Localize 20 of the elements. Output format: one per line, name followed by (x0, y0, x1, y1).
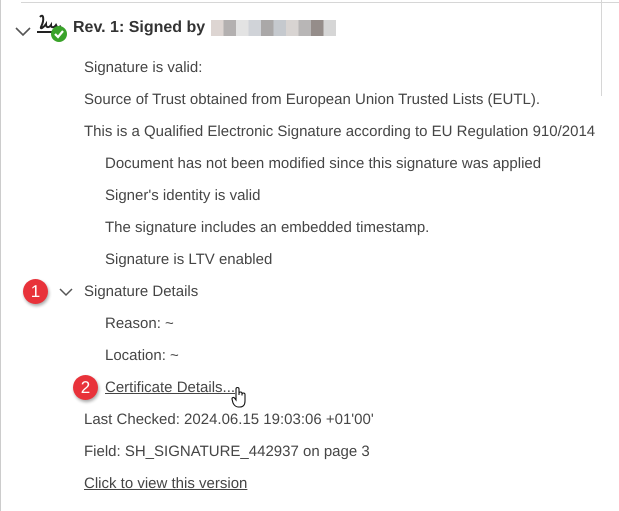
revision-title: Rev. 1: Signed by (73, 19, 206, 37)
status-text: The signature includes an embedded timestamp. (105, 218, 430, 236)
status-text: Field: SH_SIGNATURE_442937 on page 3 (84, 442, 370, 460)
chevron-icon[interactable] (59, 288, 73, 297)
status-text: Source of Trust obtained from European Union Trusted Lists (EUTL). (84, 90, 540, 108)
link[interactable]: Certificate Details... (105, 378, 236, 396)
link[interactable]: Click to view this version (84, 474, 248, 492)
status-text: Reason: ~ (105, 314, 174, 332)
status-text: Last Checked: 2024.06.15 19:03:06 +01'00' (84, 410, 374, 428)
signature-valid-icon (35, 13, 69, 43)
status-text: Signature is valid: (84, 58, 202, 76)
callout-badge: 2 (73, 375, 98, 400)
status-text: Signer's identity is valid (105, 186, 260, 204)
status-text: This is a Qualified Electronic Signature according to EU Regulation 910/2014 (84, 122, 596, 140)
status-text: Document has not been modified since this signature was applied (105, 154, 542, 172)
section-label[interactable]: Signature Details (84, 282, 198, 300)
callout-badge: 1 (23, 279, 48, 304)
status-text: Signature is LTV enabled (105, 250, 272, 268)
status-text: Location: ~ (105, 346, 179, 364)
chevron-icon[interactable] (15, 27, 31, 37)
